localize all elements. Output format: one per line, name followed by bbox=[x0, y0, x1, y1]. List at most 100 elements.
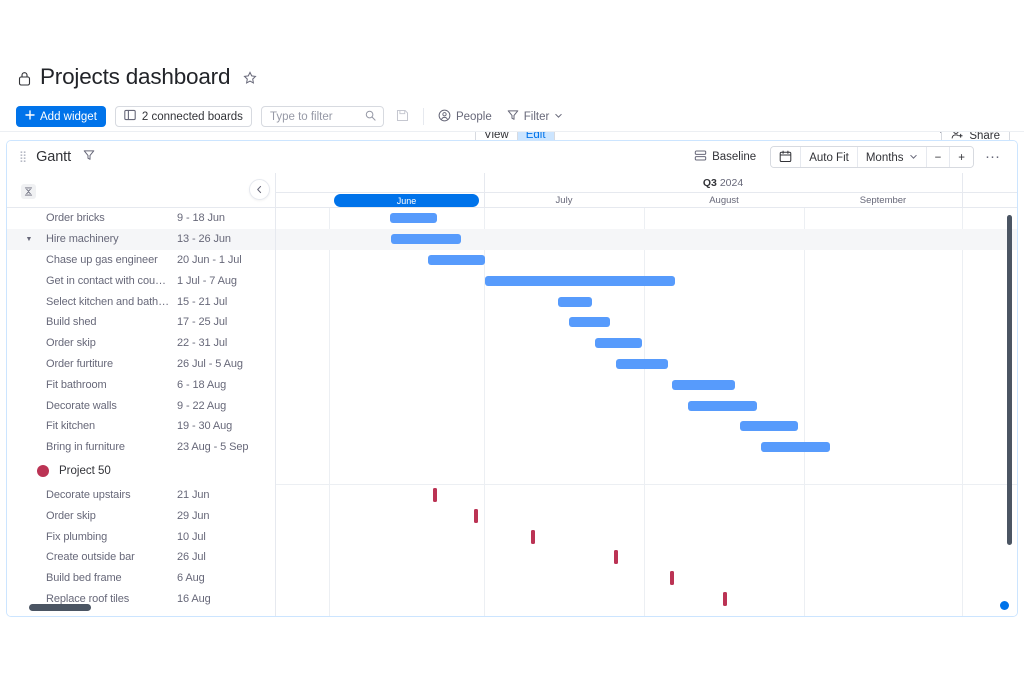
gantt-bar[interactable] bbox=[688, 400, 757, 411]
zoom-in-button[interactable]: + bbox=[949, 147, 973, 167]
search-input[interactable] bbox=[269, 110, 365, 123]
vertical-scrollbar[interactable] bbox=[1007, 215, 1012, 545]
task-row[interactable]: Order skip 29 Jun bbox=[7, 505, 275, 526]
gantt-bar[interactable] bbox=[761, 442, 830, 453]
calendar-icon bbox=[779, 150, 792, 166]
gantt-milestone[interactable] bbox=[614, 550, 618, 565]
filter-button[interactable]: Filter bbox=[504, 106, 567, 127]
task-name: Select kitchen and bathroom bbox=[46, 295, 171, 308]
task-row[interactable]: Order bricks 9 - 18 Jun bbox=[7, 208, 275, 229]
star-icon[interactable] bbox=[243, 71, 257, 85]
timeline-row bbox=[276, 228, 1017, 250]
filter-search-box[interactable] bbox=[260, 106, 384, 127]
task-row[interactable]: Decorate walls 9 - 22 Aug bbox=[7, 395, 275, 416]
gantt-milestone[interactable] bbox=[433, 488, 437, 502]
people-button[interactable]: People bbox=[435, 106, 495, 127]
month-label-july[interactable]: July bbox=[484, 193, 644, 208]
task-dates: 15 - 21 Jul bbox=[177, 295, 228, 308]
zoom-out-button[interactable]: − bbox=[925, 147, 950, 167]
add-widget-button[interactable]: Add widget bbox=[16, 106, 106, 127]
gantt-milestone[interactable] bbox=[723, 592, 727, 606]
task-row[interactable]: ▼ Hire machinery 13 - 26 Jun bbox=[7, 228, 275, 250]
task-dates: 20 Jun - 1 Jul bbox=[177, 253, 242, 266]
task-name: Hire machinery bbox=[46, 233, 119, 246]
header-divider bbox=[962, 173, 963, 208]
baseline-icon bbox=[694, 149, 707, 165]
task-row[interactable]: Fit kitchen 19 - 30 Aug bbox=[7, 416, 275, 437]
connected-boards-button[interactable]: 2 connected boards bbox=[114, 106, 252, 127]
task-row[interactable]: Order skip 22 - 31 Jul bbox=[7, 333, 275, 354]
gantt-bar[interactable] bbox=[391, 234, 461, 245]
gantt-milestone[interactable] bbox=[670, 571, 674, 586]
task-dates: 26 Jul bbox=[177, 551, 206, 564]
gantt-widget: ⣿ Gantt Baseline Auto Fit Months − + ···… bbox=[6, 140, 1018, 617]
gantt-bar[interactable] bbox=[672, 379, 735, 390]
task-row[interactable]: Create outside bar 26 Jul bbox=[7, 547, 275, 568]
task-row[interactable]: Get in contact with council ab… 1 Jul - 7… bbox=[7, 270, 275, 291]
toolbar-divider bbox=[422, 108, 424, 125]
task-dates: 9 - 22 Aug bbox=[177, 399, 227, 412]
auto-fit-button[interactable]: Auto Fit bbox=[800, 147, 857, 167]
task-rows: Order bricks 9 - 18 Jun ▼ Hire machinery 13 … bbox=[7, 208, 275, 616]
task-dates: 10 Jul bbox=[177, 530, 206, 543]
month-label-august[interactable]: August bbox=[644, 193, 804, 208]
task-row[interactable]: Fit bathroom 6 - 18 Aug bbox=[7, 374, 275, 395]
horizontal-scrollbar[interactable] bbox=[29, 604, 91, 611]
quarter-cell bbox=[276, 173, 484, 193]
task-dates: 1 Jul - 7 Aug bbox=[177, 274, 237, 287]
gantt-bar[interactable] bbox=[558, 296, 592, 307]
task-list-header bbox=[7, 173, 275, 208]
task-dates: 6 Aug bbox=[177, 572, 205, 585]
group-row[interactable]: Project 50 bbox=[7, 458, 275, 485]
gantt-bar[interactable] bbox=[595, 338, 642, 349]
task-name: Create outside bar bbox=[46, 551, 135, 564]
board-icon bbox=[124, 109, 136, 124]
task-row[interactable]: Select kitchen and bathroom 15 - 21 Jul bbox=[7, 291, 275, 312]
zoom-level-select[interactable]: Months bbox=[856, 147, 926, 167]
task-name: Order bricks bbox=[46, 212, 105, 225]
timeline-row bbox=[276, 416, 1017, 437]
gantt-bar[interactable] bbox=[616, 359, 668, 369]
task-row[interactable]: Build shed 17 - 25 Jul bbox=[7, 312, 275, 333]
task-name: Decorate upstairs bbox=[46, 488, 131, 501]
task-dates: 16 Aug bbox=[177, 592, 211, 605]
task-row[interactable]: Decorate upstairs 21 Jun bbox=[7, 485, 275, 506]
month-label-june[interactable]: June bbox=[334, 194, 479, 207]
action-toolbar: Add widget 2 connected boards People bbox=[0, 102, 1024, 132]
gantt-bar[interactable] bbox=[485, 275, 675, 286]
widget-title: Gantt bbox=[36, 149, 72, 165]
task-dates: 22 - 31 Jul bbox=[177, 337, 228, 350]
collapse-all-icon[interactable] bbox=[21, 184, 36, 199]
collapse-panel-button[interactable] bbox=[249, 179, 270, 200]
task-row[interactable]: Bring in furniture 23 Aug - 5 Sep bbox=[7, 437, 275, 458]
gantt-bar[interactable] bbox=[569, 317, 610, 328]
task-name: Order skip bbox=[46, 337, 96, 350]
resize-handle[interactable] bbox=[1000, 601, 1009, 610]
gantt-bar[interactable] bbox=[740, 421, 798, 432]
timeline-row bbox=[276, 333, 1017, 354]
task-row[interactable]: Build bed frame 6 Aug bbox=[7, 568, 275, 589]
drag-handle-icon[interactable]: ⣿ bbox=[19, 152, 28, 163]
chevron-down-icon bbox=[909, 152, 918, 164]
gantt-bar[interactable] bbox=[390, 213, 437, 224]
baseline-button[interactable]: Baseline bbox=[686, 146, 765, 168]
gantt-milestone[interactable] bbox=[531, 529, 535, 544]
task-row[interactable]: Fix plumbing 10 Jul bbox=[7, 526, 275, 547]
people-label: People bbox=[455, 110, 492, 123]
lock-icon bbox=[18, 71, 31, 86]
timeline-row bbox=[276, 250, 1017, 271]
widget-more-menu-button[interactable]: ··· bbox=[978, 149, 1007, 164]
task-name: Fix plumbing bbox=[46, 530, 108, 543]
gantt-bar[interactable] bbox=[428, 255, 485, 265]
task-row[interactable]: Chase up gas engineer 20 Jun - 1 Jul bbox=[7, 250, 275, 271]
expand-caret-icon[interactable]: ▼ bbox=[24, 236, 34, 243]
gantt-milestone[interactable] bbox=[474, 508, 478, 523]
task-row[interactable]: Order furtiture 26 Jul - 5 Aug bbox=[7, 354, 275, 375]
save-view-button[interactable] bbox=[393, 106, 412, 127]
month-label-september[interactable]: September bbox=[804, 193, 962, 208]
widget-funnel-icon[interactable] bbox=[83, 148, 95, 166]
page-header: Projects dashboard View Edit ? Share bbox=[0, 55, 1024, 147]
timeline-grid bbox=[276, 208, 1017, 616]
calendar-button[interactable] bbox=[771, 147, 801, 167]
task-name: Fit kitchen bbox=[46, 420, 96, 433]
